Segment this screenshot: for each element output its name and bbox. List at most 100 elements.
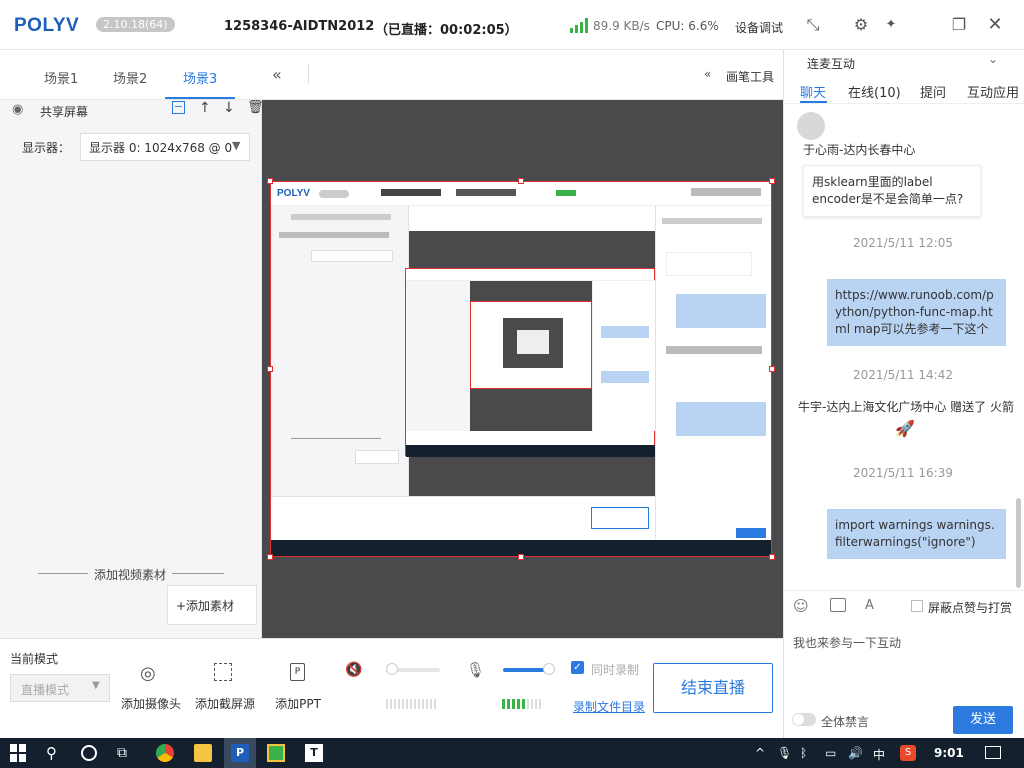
nested-room (381, 189, 441, 196)
ppt-icon[interactable]: P (290, 663, 305, 681)
screenshot-icon[interactable] (214, 663, 232, 681)
end-live-button[interactable]: 结束直播 (653, 663, 773, 713)
sync-record-checkbox[interactable]: ✓ (571, 661, 584, 674)
collapse-left-button[interactable]: « (272, 65, 282, 84)
chat-scrollbar[interactable] (1016, 498, 1021, 588)
co-host-header: 连麦互动 (807, 57, 856, 71)
resize-handle[interactable] (518, 178, 524, 184)
nested-stage (405, 206, 656, 496)
divider (783, 590, 1024, 591)
minus-icon[interactable]: − (172, 101, 185, 114)
speaker-slider-thumb[interactable] (386, 663, 398, 675)
microphone-tray-icon[interactable]: 🎙 (777, 746, 792, 760)
send-button[interactable]: 发送 (953, 706, 1013, 734)
resize-handle[interactable] (769, 366, 775, 372)
bluetooth-icon[interactable]: ᛒ (800, 746, 807, 760)
camera-icon[interactable]: ◎ (140, 663, 156, 684)
pin-icon[interactable]: ✦ (880, 14, 902, 36)
nested-bubble-left (666, 252, 752, 276)
sogou-icon[interactable]: S (900, 745, 916, 761)
emoji-icon[interactable]: ☺ (793, 597, 809, 615)
block-checkbox[interactable] (911, 600, 923, 612)
clock[interactable]: 9:01 (934, 746, 964, 760)
notification-icon[interactable] (985, 746, 1001, 759)
nested-left-panel (271, 206, 409, 496)
device-debug-button[interactable]: 设备调试 (735, 19, 783, 36)
tab-scene-1[interactable]: 场景1 (44, 68, 78, 87)
resize-handle[interactable] (769, 554, 775, 560)
collapse-icon[interactable]: ⤡ (802, 14, 824, 36)
gift-notice: 牛宇-达内上海文化广场中心 赠送了 火箭 (798, 400, 1014, 414)
app-logo: POLYV (14, 15, 80, 36)
nested2-left (406, 281, 470, 431)
close-icon[interactable]: ✕ (984, 14, 1006, 36)
chat-input[interactable]: 我也来参与一下互动 (793, 634, 901, 651)
message-bubble-right: import warnings warnings.filterwarnings(… (827, 509, 1006, 559)
task-view-icon[interactable]: ⧉ (117, 744, 135, 762)
mute-all-toggle[interactable] (792, 713, 816, 726)
tab-scene-2[interactable]: 场景2 (113, 68, 147, 87)
cortana-icon[interactable] (81, 745, 97, 761)
title-bar: POLYV 2.10.18(64) 1258346-AIDTN2012 （已直播… (0, 0, 1024, 50)
tab-chat[interactable]: 聊天 (800, 82, 826, 101)
chevron-down-icon[interactable]: ⌄ (988, 52, 998, 66)
bottom-control-bar: 当前模式 直播模式 ▼ ◎ 添加摄像头 添加截屏源 P 添加PPT 🔇 🎙 ✓ … (0, 638, 783, 738)
search-icon[interactable]: ⚲ (46, 744, 64, 762)
windows-start-icon[interactable] (10, 744, 28, 762)
eye-icon[interactable]: ◉ (12, 102, 23, 117)
image-icon[interactable] (830, 598, 846, 612)
tab-questions[interactable]: 提问 (920, 82, 946, 101)
record-dir-link[interactable]: 录制文件目录 (573, 698, 645, 715)
typora-icon[interactable]: T (305, 744, 323, 762)
rocket-icon: 🚀 (895, 419, 915, 438)
speaker-muted-icon[interactable]: 🔇 (345, 662, 362, 678)
nested-send (736, 528, 766, 538)
app-icon[interactable] (267, 744, 285, 762)
tab-online[interactable]: 在线(10) (848, 82, 901, 101)
resize-handle[interactable] (267, 178, 273, 184)
drawing-tool-button[interactable]: 画笔工具 (726, 68, 774, 85)
mode-label: 当前模式 (10, 652, 59, 666)
nested-stage-toolbar (409, 206, 655, 231)
tab-scene-3[interactable]: 场景3 (183, 68, 217, 87)
tray-chevron-icon[interactable]: ^ (755, 746, 765, 760)
gear-icon[interactable]: ⚙ (850, 14, 872, 36)
resize-handle[interactable] (518, 554, 524, 560)
file-explorer-icon[interactable] (194, 744, 212, 762)
chrome-icon[interactable] (156, 744, 174, 762)
resize-handle[interactable] (769, 178, 775, 184)
display-select[interactable]: 显示器 0: 1024x768 @ 0 (80, 133, 250, 161)
add-camera-button[interactable]: 添加摄像头 (118, 695, 184, 712)
nested-title-bar: POLYV (271, 182, 771, 206)
ime-indicator[interactable]: 中 (873, 746, 885, 763)
tab-interactive[interactable]: 互动应用 (967, 82, 1019, 101)
arrow-down-icon[interactable]: ↓ (223, 100, 235, 116)
nested-tabs (291, 214, 391, 220)
add-video-label: 添加视频素材 (88, 566, 173, 583)
polyv-icon[interactable]: P (231, 744, 249, 762)
arrow-up-icon[interactable]: ↑ (199, 100, 211, 116)
resize-handle[interactable] (267, 366, 273, 372)
font-size-icon[interactable]: A (865, 598, 874, 613)
add-screen-source-button[interactable]: 添加截屏源 (192, 695, 258, 712)
chevron-left-icon[interactable]: « (704, 67, 711, 81)
mic-slider-thumb[interactable] (543, 663, 555, 675)
microphone-icon[interactable]: 🎙 (466, 661, 485, 679)
add-ppt-button[interactable]: 添加PPT (268, 695, 328, 712)
nested2-title (406, 269, 656, 281)
add-material-button[interactable]: +添加素材 (167, 585, 257, 625)
source-row[interactable]: ◉ 共享屏幕 − ↑ ↓ 🗑 (0, 100, 264, 122)
volume-icon[interactable]: 🔊 (848, 746, 863, 760)
restore-icon[interactable]: ❐ (948, 14, 970, 36)
scene-tabs: 场景1 场景2 场景3 (0, 50, 262, 100)
nested2-bubble (601, 371, 649, 383)
mode-value: 直播模式 (21, 683, 70, 697)
screen-capture-preview[interactable]: POLYV (270, 181, 772, 557)
resize-handle[interactable] (267, 554, 273, 560)
nested-bottom-bar (271, 496, 655, 540)
nested-add-material (355, 450, 399, 464)
network-icon[interactable]: ▭ (825, 746, 836, 760)
nested-display-select (311, 250, 393, 262)
message-bubble-left: 用sklearn里面的label encoder是不是会简单一点? (803, 165, 981, 217)
nested-gift-line (666, 346, 762, 354)
